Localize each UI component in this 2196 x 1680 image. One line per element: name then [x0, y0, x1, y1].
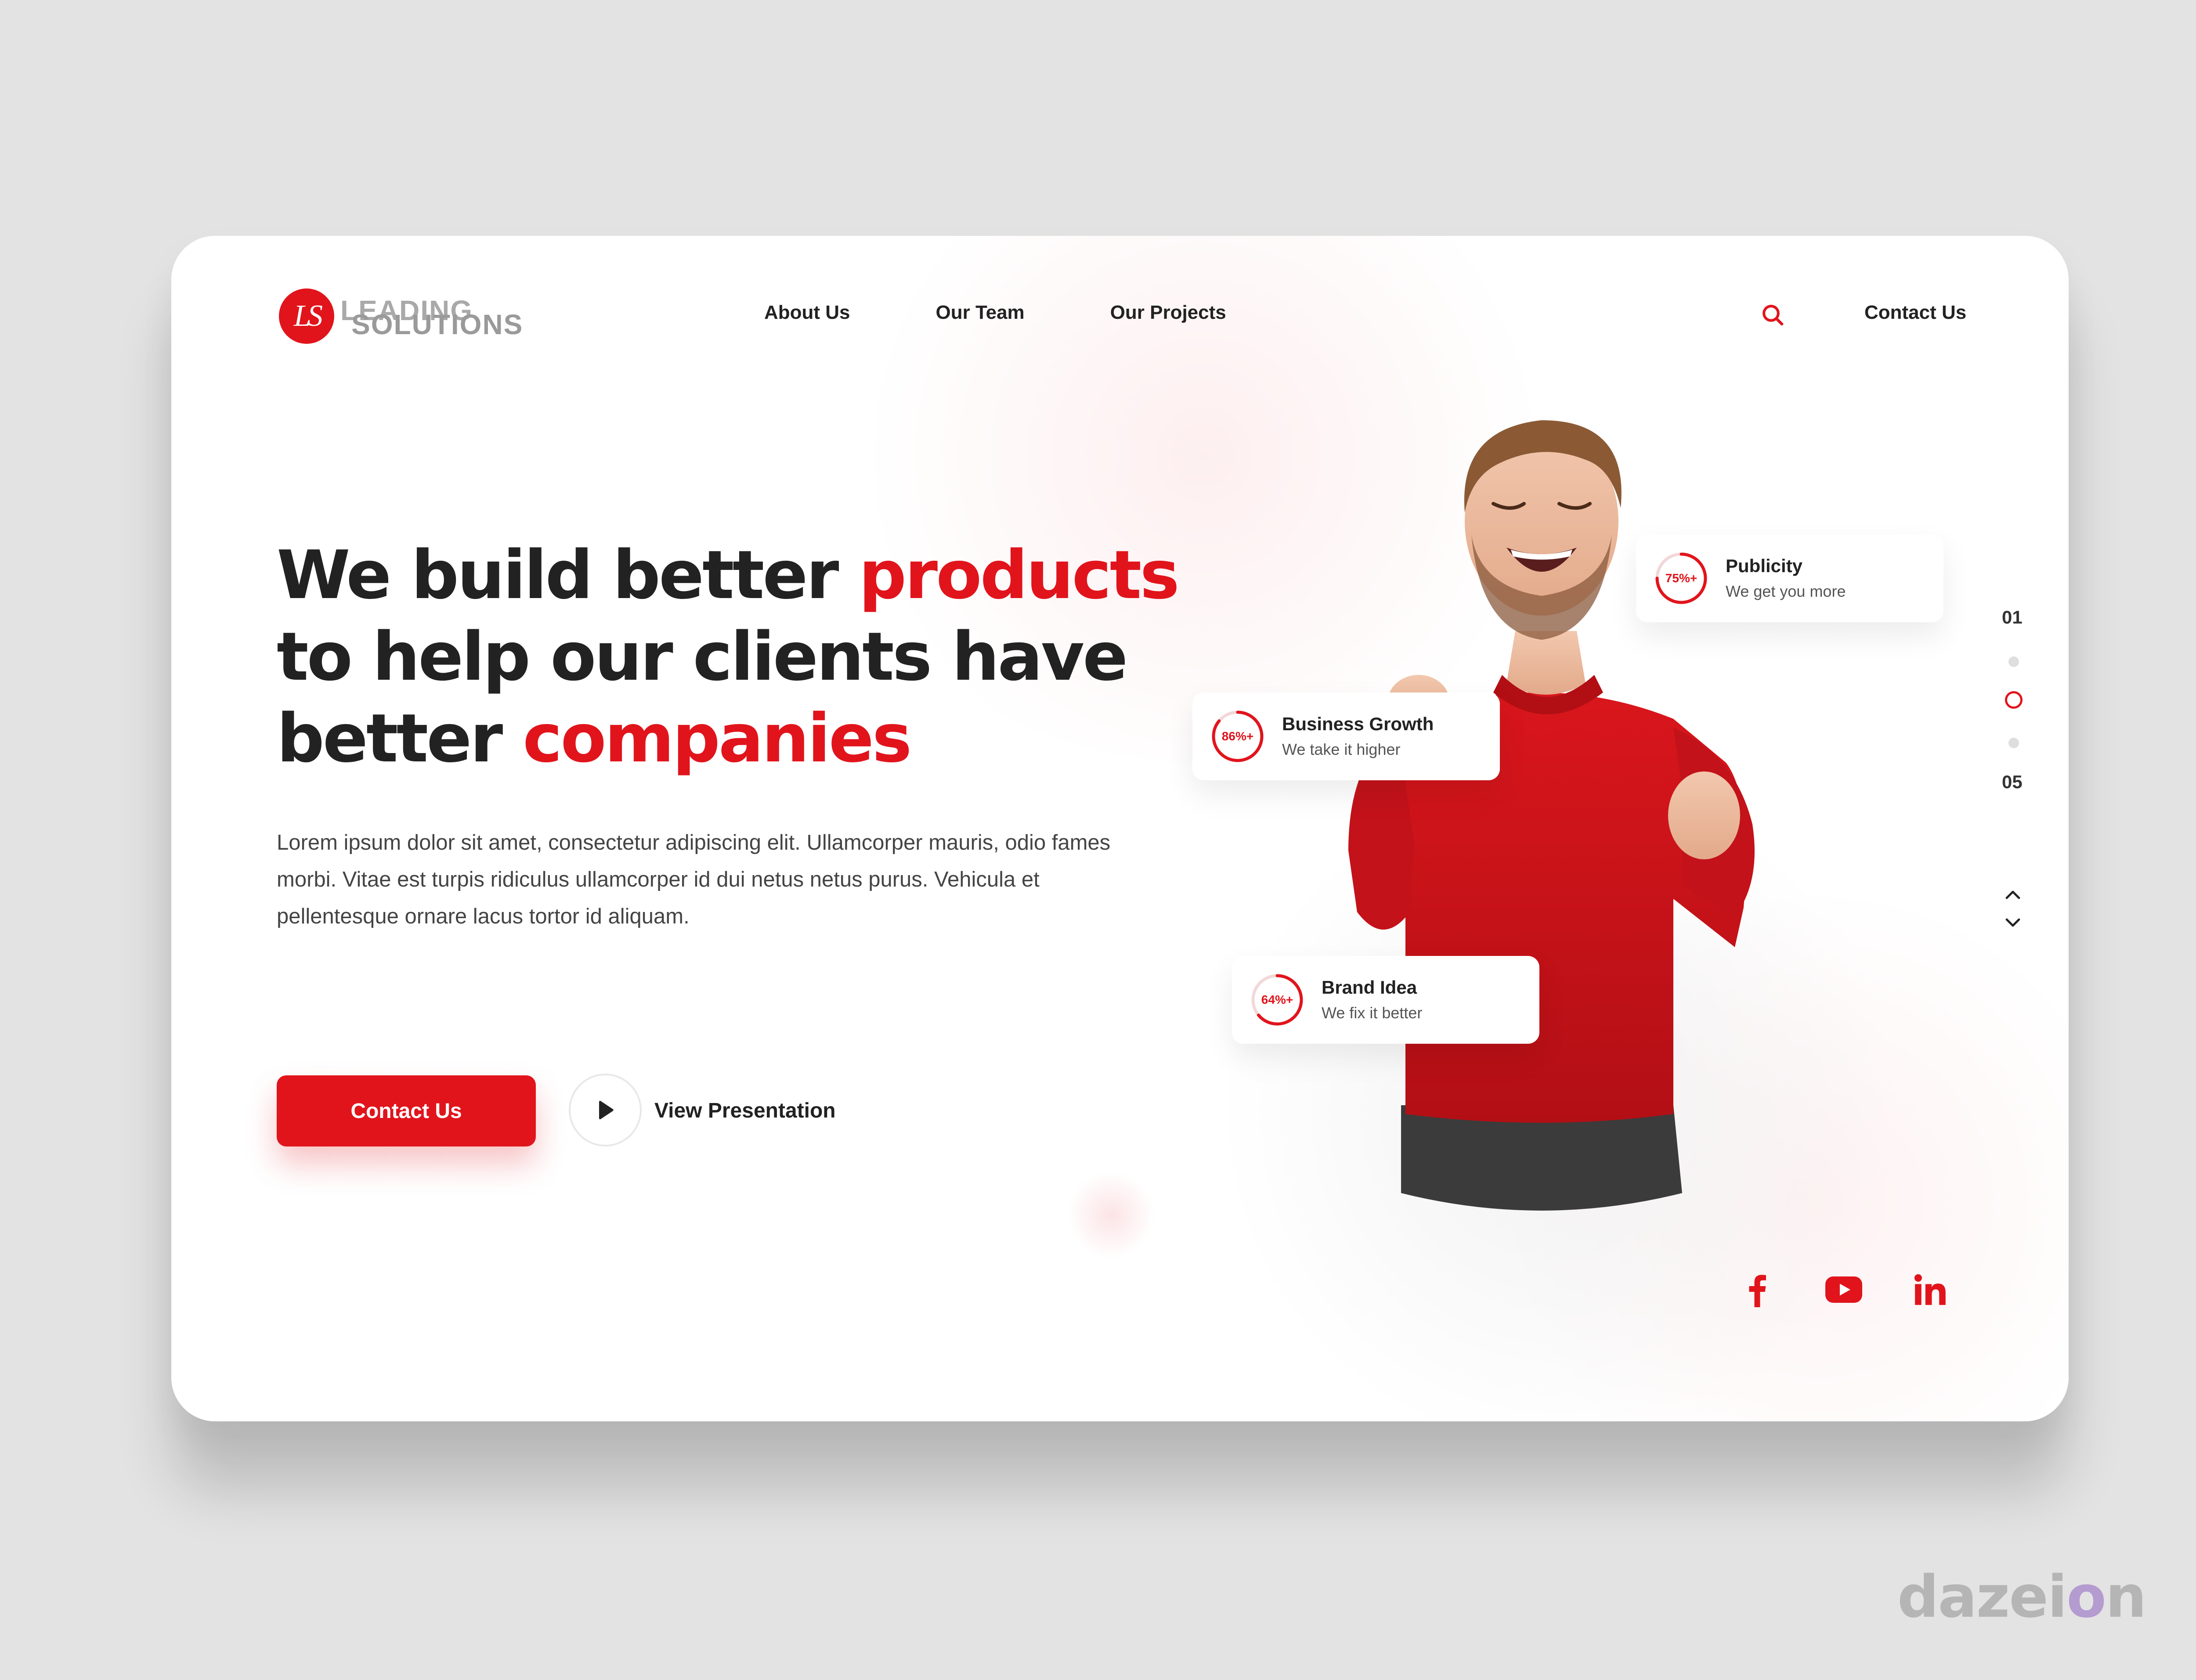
- hero-headline: We build better products to help our cli…: [277, 534, 1243, 779]
- background-blob: [1067, 1171, 1155, 1259]
- hero-person-image: [1348, 420, 1755, 1211]
- headline-highlight: companies: [523, 699, 912, 777]
- stat-card-publicity: 75%+ Publicity We get you more: [1636, 534, 1943, 622]
- logo[interactable]: LS LEADING SOLUTIONS: [279, 288, 542, 350]
- header-contact-link[interactable]: Contact Us: [1864, 302, 1966, 324]
- headline-text: We build better: [277, 536, 859, 614]
- youtube-icon: [1825, 1276, 1862, 1303]
- headline-text: better: [277, 699, 523, 777]
- progress-ring: 75%+: [1654, 551, 1709, 606]
- stat-title: Publicity: [1726, 555, 1803, 576]
- nav-about-us[interactable]: About Us: [764, 302, 850, 324]
- stat-title: Business Growth: [1282, 714, 1434, 734]
- stat-card-brand-idea: 64%+ Brand Idea We fix it better: [1232, 956, 1539, 1044]
- watermark-text: daze: [1897, 1563, 2048, 1631]
- logo-mark: LS: [279, 288, 334, 344]
- progress-ring: 86%+: [1210, 709, 1265, 764]
- watermark-letter: o: [2066, 1563, 2106, 1631]
- headline-highlight: products: [859, 536, 1179, 614]
- nav-our-team[interactable]: Our Team: [936, 302, 1025, 324]
- pager-first-number: 01: [2002, 607, 2023, 627]
- logo-word-solutions: SOLUTIONS: [351, 309, 524, 340]
- linkedin-link[interactable]: [1900, 1259, 1961, 1320]
- stat-percent: 64%+: [1261, 993, 1293, 1006]
- view-presentation-link[interactable]: View Presentation: [654, 1099, 836, 1123]
- play-icon: [599, 1101, 614, 1119]
- search-icon: [1763, 305, 1784, 326]
- nav-our-projects[interactable]: Our Projects: [1110, 302, 1226, 324]
- stat-subtitle: We fix it better: [1322, 1004, 1423, 1022]
- hero-description: Lorem ipsum dolor sit amet, consectetur …: [277, 831, 1111, 928]
- stat-card-business-growth: 86%+ Business Growth We take it higher: [1192, 692, 1500, 780]
- watermark: dazeion: [1897, 1563, 2147, 1631]
- stat-percent: 86%+: [1221, 729, 1254, 743]
- linkedin-icon: [1914, 1274, 1946, 1305]
- stat-title: Brand Idea: [1322, 977, 1417, 998]
- stat-subtitle: We get you more: [1726, 582, 1846, 600]
- stage: LS LEADING SOLUTIONS About Us Our Team O…: [0, 0, 2196, 1680]
- headline-text: to help our clients have: [277, 618, 1128, 696]
- chevron-up-icon[interactable]: [2002, 886, 2024, 903]
- watermark-text: n: [2105, 1563, 2147, 1631]
- pager-dot-active[interactable]: [2005, 691, 2023, 709]
- landing-card: LS LEADING SOLUTIONS About Us Our Team O…: [171, 236, 2069, 1421]
- pager-dot[interactable]: [2008, 656, 2019, 667]
- search-button[interactable]: [1759, 302, 1786, 328]
- contact-us-button[interactable]: Contact Us: [277, 1075, 536, 1146]
- stat-percent: 75%+: [1665, 571, 1698, 585]
- stat-subtitle: We take it higher: [1282, 740, 1401, 758]
- facebook-icon: [1749, 1275, 1766, 1307]
- facebook-link[interactable]: [1726, 1259, 1788, 1320]
- pager-last-number: 05: [2002, 772, 2023, 792]
- progress-ring: 64%+: [1250, 972, 1305, 1027]
- youtube-link[interactable]: [1813, 1259, 1875, 1320]
- watermark-text: i: [2047, 1563, 2067, 1631]
- play-button[interactable]: [569, 1074, 642, 1146]
- chevron-down-icon[interactable]: [2002, 914, 2024, 932]
- main-nav: About Us Our Team Our Projects: [764, 302, 1226, 324]
- pager-dot[interactable]: [2008, 738, 2019, 748]
